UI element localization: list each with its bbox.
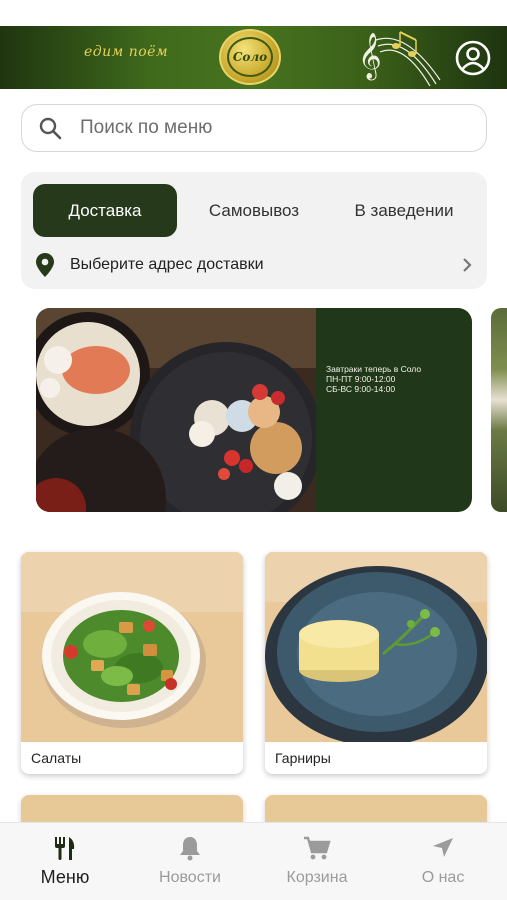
navigation-arrow-icon [433,838,453,857]
status-bar [0,0,507,26]
banner-info-panel: Завтраки теперь в Соло ПН-ПТ 9:00-12:00 … [316,308,472,512]
banner-photo [36,308,316,512]
nav-label: Меню [40,867,90,887]
tab-pickup[interactable]: Самовывоз [189,184,319,237]
treble-clef-icon: 𝄞 [356,30,442,86]
category-label: Салаты [31,750,82,766]
delivery-address-selector[interactable]: Выберите адрес доставки [21,248,487,282]
order-type-panel: Доставка Самовывоз В заведении Выберите … [21,172,487,289]
search-bar[interactable] [21,104,487,152]
map-pin-icon [36,253,54,277]
slogan: едим поём [84,44,169,60]
nav-item-about[interactable]: О нас [380,823,506,900]
bottom-navigation: Меню Новости Корзина О нас [0,822,507,900]
search-icon [39,117,62,140]
tab-in-venue[interactable]: В заведении [331,184,477,237]
bell-icon [180,837,200,861]
chevron-right-icon [463,258,472,272]
logo[interactable]: Соло [219,29,281,85]
category-card-sides[interactable]: Гарниры [265,552,487,774]
category-card-salads[interactable]: Салаты [21,552,243,774]
search-input[interactable] [80,117,460,139]
account-circle-icon[interactable] [454,39,492,77]
logo-text: Соло [227,37,273,77]
next-banner-preview[interactable] [491,308,507,512]
cart-icon [304,836,331,860]
salad-image [21,552,243,742]
nav-item-news[interactable]: Новости [127,823,253,900]
nav-label: Новости [159,869,221,886]
nav-label: Корзина [286,869,348,886]
nav-label: О нас [421,869,465,886]
nav-item-cart[interactable]: Корзина [254,823,380,900]
app-header: едим поём Соло 𝄞 [0,26,507,89]
sides-image [265,552,487,742]
banner-text: Завтраки теперь в Соло ПН-ПТ 9:00-12:00 … [326,364,422,394]
promo-banner[interactable]: Завтраки теперь в Соло ПН-ПТ 9:00-12:00 … [36,308,472,512]
nav-item-menu[interactable]: Меню [2,823,128,900]
category-label: Гарниры [275,750,331,766]
fork-knife-icon [55,837,75,860]
address-prompt: Выберите адрес доставки [70,256,264,273]
tab-delivery[interactable]: Доставка [33,184,177,237]
